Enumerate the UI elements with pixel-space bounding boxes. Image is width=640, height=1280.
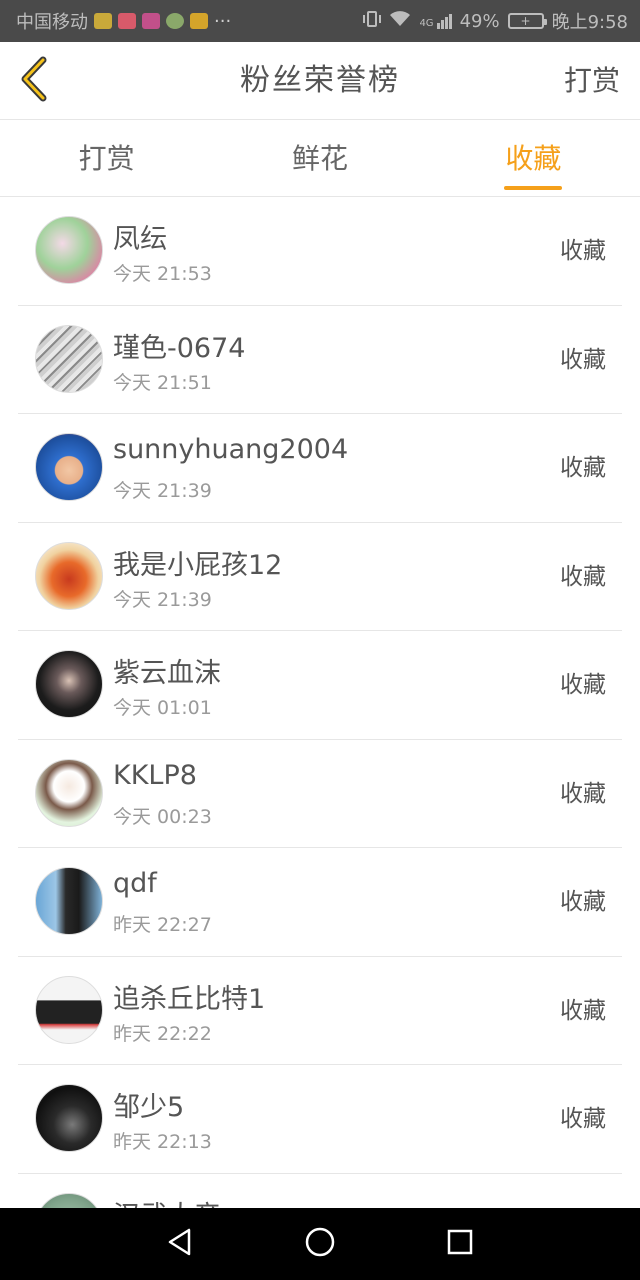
avatar (35, 433, 103, 501)
action-type: 收藏 (560, 1106, 606, 1132)
avatar (35, 1192, 103, 1208)
user-name: KKLP8 (113, 759, 197, 791)
tab-favorites[interactable]: 收藏 (427, 121, 640, 196)
user-name: 瑾色-0674 (113, 332, 246, 364)
app-notification-icon (142, 13, 160, 29)
app-notification-icon (190, 13, 208, 29)
timestamp: 昨天 22:13 (113, 1131, 212, 1153)
tab-bar: 打赏 鲜花 收藏 (0, 121, 640, 197)
list-item[interactable]: 瑾色-0674 今天 21:51 收藏 (18, 306, 622, 414)
list-item[interactable]: sunnyhuang2004 今天 21:39 收藏 (18, 414, 622, 523)
square-recents-icon (446, 1228, 474, 1260)
action-type: 收藏 (560, 346, 606, 373)
action-type: 收藏 (560, 780, 606, 807)
vibrate-icon (363, 10, 382, 32)
action-type: 收藏 (560, 672, 606, 698)
user-name: 汉武大帝 (113, 1194, 221, 1209)
app-notification-icon (94, 13, 112, 29)
timestamp: 今天 01:01 (113, 697, 212, 719)
signal-icon: 4G (419, 13, 452, 29)
wifi-icon (389, 10, 411, 32)
circle-home-icon (304, 1226, 336, 1262)
header: 粉丝荣誉榜 打赏 (0, 42, 640, 120)
avatar (35, 1084, 103, 1152)
status-bar: 中国移动 ··· 4G 49% + 晚上9:58 (0, 0, 640, 42)
list-item[interactable]: 凤纭 今天 21:53 收藏 (18, 197, 622, 306)
clock: 晚上9:58 (551, 12, 628, 33)
user-name: 追杀丘比特1 (113, 983, 266, 1015)
timestamp: 今天 21:53 (113, 263, 212, 285)
nav-home-button[interactable] (300, 1224, 340, 1264)
avatar (35, 867, 103, 935)
timestamp: 今天 00:23 (113, 805, 212, 828)
user-name: 凤纭 (113, 224, 167, 255)
timestamp: 今天 21:39 (113, 480, 212, 502)
action-type: 收藏 (560, 997, 606, 1024)
avatar (35, 758, 103, 827)
list-item[interactable]: 紫云血沫 今天 01:01 收藏 (18, 631, 622, 740)
timestamp: 今天 21:51 (113, 371, 212, 394)
avatar (35, 324, 103, 393)
app-notification-icon (166, 13, 184, 29)
page-title: 粉丝荣誉榜 (240, 63, 400, 98)
action-type: 收藏 (560, 563, 606, 590)
avatar (35, 541, 103, 610)
list-item[interactable]: qdf 昨天 22:27 收藏 (18, 848, 622, 957)
action-type: 收藏 (560, 238, 606, 264)
list-item[interactable]: 汉武大帝 (18, 1174, 622, 1209)
tab-flowers[interactable]: 鲜花 (213, 121, 426, 196)
reward-button[interactable]: 打赏 (564, 42, 620, 120)
avatar (35, 216, 103, 284)
tab-reward[interactable]: 打赏 (0, 121, 213, 196)
user-name: 紫云血沫 (113, 658, 221, 689)
action-type: 收藏 (560, 455, 606, 481)
triangle-back-icon (165, 1227, 195, 1261)
timestamp: 今天 21:39 (113, 588, 212, 611)
list-item[interactable]: KKLP8 今天 00:23 收藏 (18, 740, 622, 848)
app-notification-icon (118, 13, 136, 29)
system-nav-bar (0, 1208, 640, 1280)
user-name: 邹少5 (113, 1092, 185, 1123)
user-name: sunnyhuang2004 (113, 434, 349, 465)
avatar (35, 975, 103, 1044)
timestamp: 昨天 22:22 (113, 1022, 212, 1045)
avatar (35, 650, 103, 718)
more-notifications-icon: ··· (214, 10, 232, 32)
fan-list: 凤纭 今天 21:53 收藏 瑾色-0674 今天 21:51 收藏 sunny… (0, 197, 640, 1208)
action-type: 收藏 (560, 889, 606, 915)
nav-recents-button[interactable] (440, 1224, 480, 1264)
user-name: qdf (113, 868, 157, 899)
battery-icon: + (507, 13, 547, 29)
timestamp: 昨天 22:27 (113, 914, 212, 936)
network-type-label: 4G (419, 17, 434, 29)
battery-percent: 49% (459, 10, 500, 32)
list-item[interactable]: 邹少5 昨天 22:13 收藏 (18, 1065, 622, 1174)
user-name: 我是小屁孩12 (113, 549, 283, 581)
carrier-label: 中国移动 (16, 12, 88, 33)
list-item[interactable]: 我是小屁孩12 今天 21:39 收藏 (18, 523, 622, 631)
nav-back-button[interactable] (160, 1224, 200, 1264)
list-item[interactable]: 追杀丘比特1 昨天 22:22 收藏 (18, 957, 622, 1065)
